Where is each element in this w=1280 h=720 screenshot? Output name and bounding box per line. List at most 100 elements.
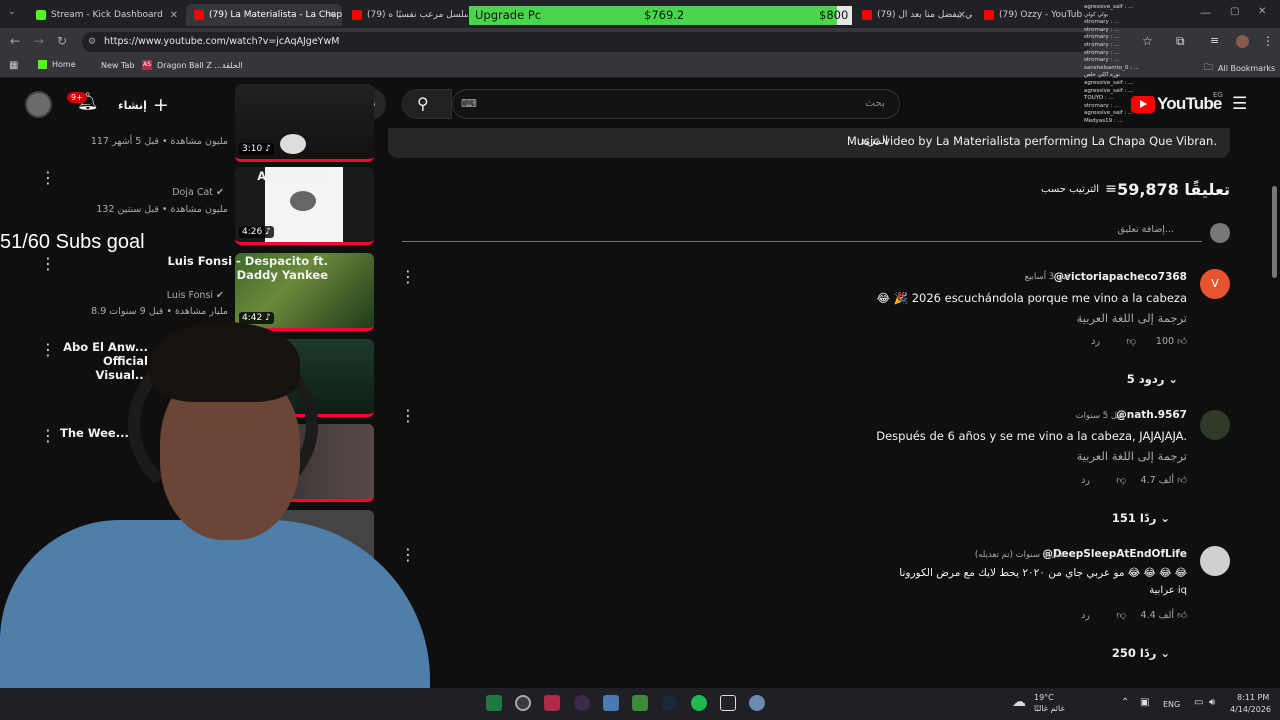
like-button[interactable]: 4.7 ألف 👍︎ (1141, 474, 1187, 486)
add-comment-placeholder: إضافة تعليق... (1117, 224, 1174, 235)
related-video-item[interactable]: 3:10 ♪ 117 مليون مشاهدة • قبل 5 أشهر (0, 84, 380, 162)
tab-search-icon[interactable]: ⌄ (8, 7, 16, 17)
streamer-body (0, 520, 430, 700)
comment-thread: V ⋮ @victoriapacheco7368 قبل 3 أسابيع 😂 … (392, 265, 1242, 395)
comment-count: 59,878 تعليقًا (1117, 180, 1230, 199)
apps-grid-icon[interactable]: ▦ (9, 60, 18, 71)
replies-toggle[interactable]: 5 ردود ⌄ (1127, 372, 1178, 386)
comment-more-icon[interactable]: ⋮ (400, 406, 416, 425)
clock-time[interactable]: 8:11 PM (1237, 693, 1269, 702)
menu-kebab-icon[interactable]: ⋮ (1262, 34, 1274, 48)
comment-more-icon[interactable]: ⋮ (400, 545, 416, 564)
forward-icon[interactable]: → (34, 34, 44, 48)
like-button[interactable]: 4.4 ألف 👍︎ (1141, 609, 1187, 621)
minecraft-icon[interactable] (632, 695, 648, 711)
back-icon[interactable]: ← (10, 34, 20, 48)
keyboard-icon[interactable]: ⌨ (461, 97, 477, 110)
more-options-icon[interactable]: ⋮ (40, 168, 56, 187)
extensions-icon[interactable]: ⧉ (1176, 34, 1185, 49)
spotify-icon[interactable] (691, 695, 707, 711)
comment-text-line-2: عرابية iq (1149, 585, 1187, 596)
youtube-icon (984, 10, 994, 20)
tray-app-icon[interactable]: ▣ (1140, 697, 1149, 708)
page-scrollbar[interactable] (1272, 186, 1277, 278)
replies-toggle[interactable]: 151 ردًا ⌄ (1112, 511, 1170, 525)
dislike-button[interactable]: 👎︎ (1126, 335, 1136, 347)
tab-video[interactable]: (79) إيه اللي بيفضل منا بعد ال ✕ (854, 4, 972, 26)
anime-app-icon[interactable] (544, 695, 560, 711)
comment-author[interactable]: @nath.9567 (1116, 409, 1187, 421)
chat-message: بولي كولي (1084, 11, 1109, 18)
search-button[interactable]: ⚲ (402, 89, 452, 119)
bookmark-home[interactable]: Home (38, 60, 76, 69)
tab-kick-dashboard[interactable]: Stream - Kick Dashboard ✕ (28, 4, 184, 26)
volume-icon[interactable]: 🔊︎ (1209, 697, 1215, 708)
reload-icon[interactable]: ↻ (57, 34, 67, 48)
create-label: إنشاء (118, 98, 147, 112)
comment-more-icon[interactable]: ⋮ (400, 267, 416, 286)
search-input[interactable]: ⌨ بحث (452, 89, 900, 119)
network-icon[interactable]: ▭ (1194, 697, 1203, 708)
translate-link[interactable]: ترجمة إلى اللغة العربية (1077, 449, 1187, 463)
channel-name: Doja Cat ✔ (172, 187, 224, 198)
dislike-button[interactable]: 👎︎ (1116, 609, 1126, 621)
tab-la-materialista[interactable]: (79) La Materialista - La Chapa ✕ (186, 4, 342, 26)
reply-button[interactable]: رد (1081, 475, 1090, 486)
explorer-icon[interactable] (603, 695, 619, 711)
replies-toggle[interactable]: 250 ردًا ⌄ (1112, 646, 1170, 660)
settings-icon[interactable] (749, 695, 765, 711)
steam-icon[interactable] (661, 695, 677, 711)
close-window-icon[interactable]: ✕ (1258, 6, 1266, 17)
clock-date[interactable]: 4/14/2026 (1230, 705, 1271, 714)
epic-games-icon[interactable] (720, 695, 736, 711)
all-bookmarks[interactable]: 🗀 All Bookmarks (1204, 60, 1275, 76)
comment-time: قبل 3 أسابيع (1024, 272, 1070, 282)
bookmark-label: All Bookmarks (1218, 63, 1276, 73)
chat-message: agressive_saif : ... (1084, 4, 1134, 10)
like-button[interactable]: 100 👍︎ (1156, 335, 1187, 347)
sort-by-button[interactable]: الترتيب حسب ≡ (1041, 181, 1117, 197)
comment-avatar[interactable]: V (1200, 269, 1230, 299)
comment-avatar[interactable] (1200, 410, 1230, 440)
tab-series[interactable]: (79) أكثر مسلسل مرعب نفسيًا ه (344, 4, 468, 26)
bookmark-new-tab[interactable]: New Tab (101, 61, 135, 70)
comment-author[interactable]: @victoriapacheco7368 (1054, 271, 1187, 283)
weather-icon[interactable]: ☁ (1012, 694, 1026, 710)
comment-author[interactable]: @DeepSleepAtEndOfLife (1042, 548, 1187, 560)
profile-avatar[interactable] (1236, 35, 1249, 48)
dislike-button[interactable]: 👎︎ (1116, 474, 1126, 486)
show-more-link[interactable]: ...المزيد (850, 134, 888, 147)
bookmark-dragonball[interactable]: AS Dragon Ball Z ...الحلقة (142, 60, 243, 70)
translate-link[interactable]: ترجمة إلى اللغة العربية (1077, 311, 1187, 325)
create-button[interactable]: إنشاء + (118, 94, 169, 116)
tab-ozzy[interactable]: (79) Ozzy - YouTube (976, 4, 1082, 26)
tray-chevron-icon[interactable]: ⌃ (1121, 697, 1129, 708)
close-icon[interactable]: ✕ (170, 10, 178, 21)
url-field[interactable]: ⚙ https://www.youtube.com/watch?v=jcAqAJ… (82, 32, 1092, 52)
obs-icon[interactable] (574, 695, 590, 711)
weather-temp: 19°C (1034, 693, 1054, 702)
kick-icon (38, 60, 47, 69)
description-box[interactable]: Music video by La Materialista performin… (388, 128, 1230, 158)
reply-button[interactable]: رد (1081, 610, 1090, 621)
minimize-icon[interactable]: — (1200, 6, 1211, 19)
close-icon[interactable]: ✕ (328, 10, 336, 21)
more-options-icon[interactable]: ⋮ (40, 254, 56, 273)
comment-avatar[interactable] (1200, 546, 1230, 576)
video-thumbnail[interactable]: 3:10 ♪ (235, 84, 374, 162)
kick-icon (36, 10, 46, 20)
tab-label: (79) La Materialista - La Chapa (209, 10, 342, 20)
hamburger-menu-icon[interactable]: ☰ (1232, 94, 1247, 114)
add-comment-input[interactable]: إضافة تعليق... (402, 220, 1202, 242)
video-title: Luis Fonsi - Despacito ft. Daddy Yankee (167, 254, 328, 282)
reply-button[interactable]: رد (1091, 336, 1100, 347)
media-icon[interactable]: ≡ (1210, 34, 1219, 47)
excel-icon[interactable] (486, 695, 502, 711)
site-info-icon[interactable]: ⚙ (88, 32, 96, 52)
user-avatar[interactable] (25, 91, 52, 118)
chrome-icon[interactable] (515, 695, 531, 711)
chat-message: stromary : ... (1084, 49, 1120, 56)
close-icon[interactable]: ✕ (958, 10, 966, 21)
maximize-icon[interactable]: ▢ (1230, 6, 1239, 17)
language-indicator[interactable]: ENG (1163, 700, 1180, 709)
